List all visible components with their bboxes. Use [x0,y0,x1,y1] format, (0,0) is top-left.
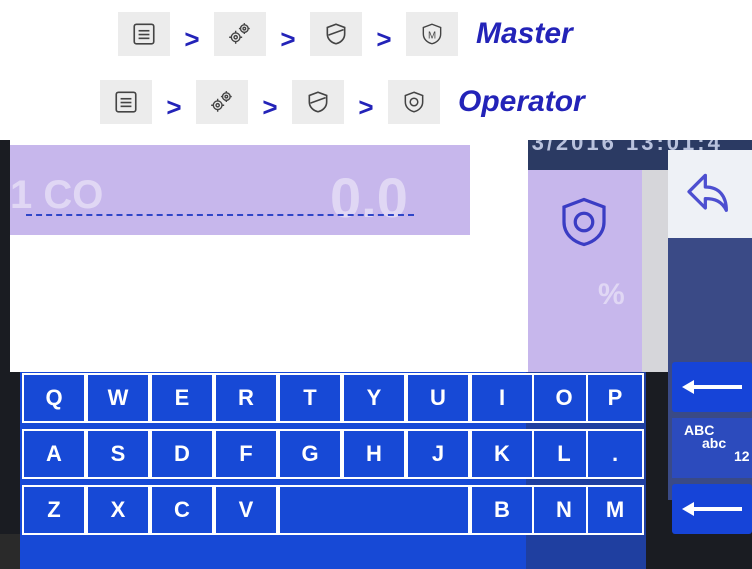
case-toggle-abc-lower: abc [702,435,727,451]
key-h[interactable]: H [342,429,406,479]
key-e[interactable]: E [150,373,214,423]
key-j[interactable]: J [406,429,470,479]
key-c[interactable]: C [150,485,214,535]
key-w[interactable]: W [86,373,150,423]
key-p[interactable]: P [586,373,644,423]
operator-side-panel: % [528,170,642,372]
svg-text:M: M [428,30,436,41]
key-r[interactable]: R [214,373,278,423]
shield-o-icon[interactable] [388,80,440,124]
gears-icon[interactable] [196,80,248,124]
key-f[interactable]: F [214,429,278,479]
gears-icon[interactable] [214,12,266,56]
shield-icon[interactable] [310,12,362,56]
key-k[interactable]: K [470,429,534,479]
backspace-arrow-icon [682,380,742,394]
breadcrumb-separator: > [184,23,200,54]
input-placeholder-dashes [26,214,414,216]
key-t[interactable]: T [278,373,342,423]
key-m[interactable]: M [586,485,644,535]
case-toggle-digits: 12 [734,448,750,464]
ghost-gas-value: 0.0 [330,166,408,229]
case-toggle-button[interactable]: ABC abc 12 [672,418,752,478]
enter-button[interactable] [672,484,752,534]
text-entry-field[interactable]: 1 CO 0.0 [10,145,470,235]
key-d[interactable]: D [150,429,214,479]
breadcrumb-master: > > > M Master [118,4,573,64]
list-icon[interactable] [118,12,170,56]
key-z[interactable]: Z [22,485,86,535]
bezel-strip [642,170,668,372]
key-x[interactable]: X [86,485,150,535]
ghost-unit: % [598,278,625,311]
key-s[interactable]: S [86,429,150,479]
key-v[interactable]: V [214,485,278,535]
back-button[interactable] [668,150,752,238]
breadcrumb-operator: > > > Operator [100,72,585,132]
page-title-master: Master [476,17,573,50]
key-i[interactable]: I [470,373,534,423]
breadcrumb-separator: > [358,91,374,122]
shield-m-icon[interactable]: M [406,12,458,56]
breadcrumb-separator: > [280,23,296,54]
key-g[interactable]: G [278,429,342,479]
enter-arrow-icon [682,502,742,516]
shield-icon[interactable] [292,80,344,124]
breadcrumb-separator: > [262,91,278,122]
device-screen: 22/3/2016 13:01:4 1 CO 0.0 % ABC abc 12 … [0,140,752,569]
breadcrumb-separator: > [166,91,182,122]
key-blank[interactable] [278,485,470,535]
operator-shield-icon[interactable] [554,192,614,252]
key-period[interactable]: . [586,429,644,479]
backspace-button[interactable] [672,362,752,412]
key-y[interactable]: Y [342,373,406,423]
key-u[interactable]: U [406,373,470,423]
page-title-operator: Operator [458,85,585,118]
key-a[interactable]: A [22,429,86,479]
screen-bezel-corner [0,534,20,569]
breadcrumb-separator: > [376,23,392,54]
ghost-gas-label: 1 CO [10,173,104,217]
key-q[interactable]: Q [22,373,86,423]
list-icon[interactable] [100,80,152,124]
back-arrow-icon [687,173,728,212]
key-b[interactable]: B [470,485,534,535]
